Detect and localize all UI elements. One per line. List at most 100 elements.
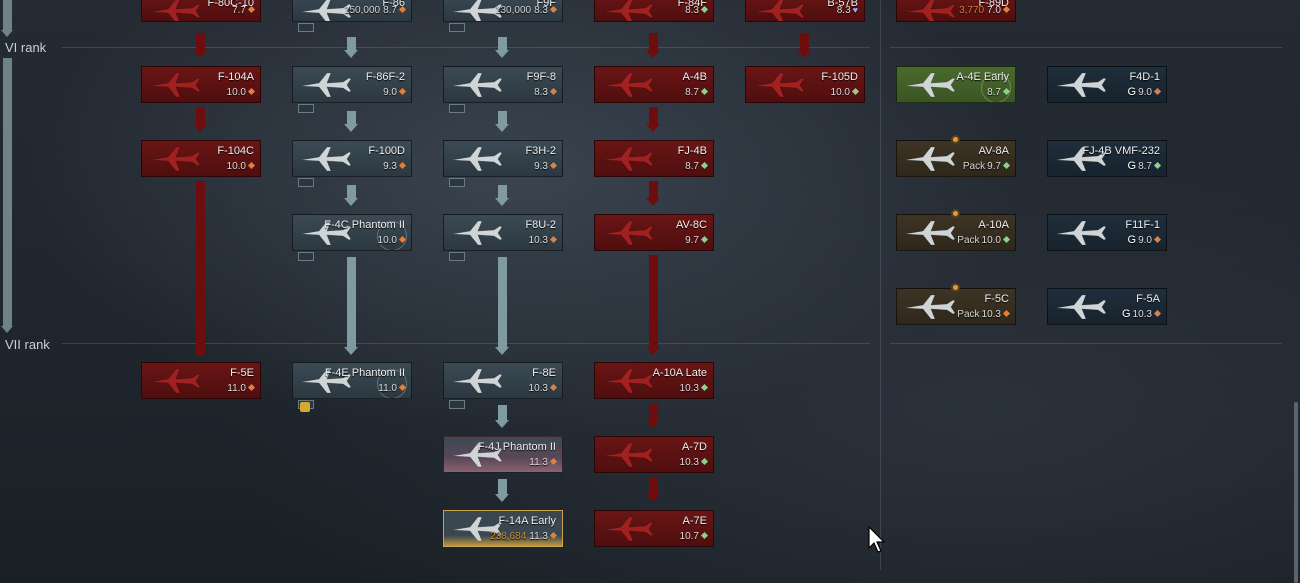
vehicle-card[interactable]: A-7D 10.3 [594,436,714,473]
rank-diamond-icon [398,87,407,96]
vehicle-card[interactable]: F-86F-2 9.0 [292,66,412,103]
vehicle-card[interactable]: F-84F 8.3 [594,0,714,22]
vehicle-card[interactable]: F-80C-10 7.7 [141,0,261,22]
aircraft-icon [599,0,655,21]
battle-rating: 10.3 [680,383,709,394]
aircraft-icon [901,144,957,174]
golden-eagle-icon: G [1127,160,1137,172]
vehicle-card[interactable]: F4D-1 G 9.0 [1047,66,1167,103]
modification-tab-icon[interactable] [449,400,465,409]
modification-tab-icon[interactable] [449,23,465,32]
vehicle-card[interactable]: A-10A Late 10.3 [594,362,714,399]
vehicle-card[interactable]: F-4E Phantom II 11.0 [292,362,412,399]
battle-rating: 9.3 [534,161,558,172]
connector [649,403,658,420]
rank-diamond-icon [398,5,407,14]
vehicle-name: A-4E Early [956,71,1009,83]
br-value: 11.0 [227,383,246,394]
modification-tab-icon[interactable] [298,178,314,187]
connector-arrow [495,124,509,132]
premium-pack-icon [951,283,960,292]
vehicle-name: F-104A [217,71,254,83]
modification-tab-icon[interactable] [449,178,465,187]
vehicle-card[interactable]: F11F-1 G 9.0 [1047,214,1167,251]
connector [649,181,658,198]
br-value: 10.3 [528,383,548,394]
vehicle-name: AV-8C [676,219,707,231]
br-value: 7.7 [232,5,246,16]
br-value: 8.3 [534,5,548,16]
rank-diamond-icon [549,87,558,96]
modification-tab-icon[interactable] [298,104,314,113]
connector [649,107,658,124]
vehicle-card[interactable]: AV-8A Pack 9.7 [896,140,1016,177]
vehicle-card[interactable]: F-104C 10.0 [141,140,261,177]
vehicle-name: A-7E [682,515,707,527]
golden-eagle-icon: G [1127,234,1137,246]
aircraft-icon [599,440,655,470]
vehicle-card[interactable]: F-4J Phantom II 11.3 [443,436,563,473]
vehicle-name: A-4B [682,71,707,83]
pack-label: Pack [962,161,986,172]
br-value: 9.3 [534,161,548,172]
vehicle-card[interactable]: F8U-2 10.3 [443,214,563,251]
vehicle-card[interactable]: F3H-2 9.3 [443,140,563,177]
br-value: 11.0 [378,383,397,394]
rank-diamond-icon [247,383,256,392]
vehicle-card[interactable]: F-86 150,000 8.7 [292,0,412,22]
vehicle-card[interactable]: F-5E 11.0 [141,362,261,399]
rank-diamond-icon [1002,5,1011,14]
modification-tab-icon[interactable] [449,104,465,113]
spaded-status-icon [700,161,709,170]
aircraft-icon [297,144,353,174]
vehicle-card[interactable]: F-5A G 10.3 [1047,288,1167,325]
vehicle-card[interactable]: FJ-4B VMF-232 G 8.7 [1047,140,1167,177]
battle-rating: 8.3 ♥ [837,5,858,16]
br-value: 10.0 [226,87,246,98]
aircraft-icon [901,70,957,100]
rank-diamond-icon [1002,309,1011,318]
vehicle-card[interactable]: F9F-8 8.3 [443,66,563,103]
vehicle-card[interactable]: F-105D 10.0 [745,66,865,103]
scrollbar-thumb[interactable] [1294,402,1298,583]
battle-rating: 3,770 7.0 [959,5,1011,16]
vehicle-card[interactable]: F-5C Pack 10.3 [896,288,1016,325]
vehicle-card[interactable]: F9F 130,000 8.3 [443,0,563,22]
vehicle-card[interactable]: F-4C Phantom II 10.0 [292,214,412,251]
vehicle-card[interactable]: A-10A Pack 10.0 [896,214,1016,251]
br-value: 8.7 [685,161,699,172]
battle-rating: 150,000 8.7 [344,5,407,16]
spaded-status-icon [851,87,860,96]
vehicle-card[interactable]: B-57B 8.3 ♥ [745,0,865,22]
vehicle-card[interactable]: F-100D 9.3 [292,140,412,177]
rank-bracket-vii-arrow [1,326,13,333]
vehicle-name: F-104C [217,145,254,157]
connector-arrow [495,347,509,355]
aircraft-icon [1052,292,1108,322]
vehicle-card[interactable]: F-14A Early 238,684 11.3 [443,510,563,547]
br-value: 9.7 [987,161,1001,172]
battle-rating: 7.7 [232,5,256,16]
br-value: 8.7 [383,5,397,16]
modification-tab-icon[interactable] [449,252,465,261]
vehicle-name: F-86F-2 [365,71,405,83]
vehicle-card[interactable]: A-7E 10.7 [594,510,714,547]
aircraft-icon [146,366,202,396]
battle-rating: Pack 10.0 [957,235,1011,246]
vehicle-card[interactable]: F-8E 10.3 [443,362,563,399]
vehicle-card[interactable]: FJ-4B 8.7 [594,140,714,177]
vehicle-card[interactable]: A-4E Early 8.7 [896,66,1016,103]
battle-rating: Pack 10.3 [957,309,1011,320]
modification-tab-icon[interactable] [298,23,314,32]
br-value: 10.3 [981,309,1001,320]
vehicle-card[interactable]: A-4B 8.7 [594,66,714,103]
battle-rating: Pack 9.7 [962,161,1011,172]
battle-rating: 8.3 [534,87,558,98]
aircraft-icon [599,218,655,248]
vehicle-card[interactable]: F-104A 10.0 [141,66,261,103]
vehicle-card[interactable]: F-89D 3,770 7.0 [896,0,1016,22]
vehicle-name: F8U-2 [525,219,556,231]
vehicle-card[interactable]: AV-8C 9.7 [594,214,714,251]
modification-tab-icon[interactable] [298,252,314,261]
connector [498,37,507,50]
